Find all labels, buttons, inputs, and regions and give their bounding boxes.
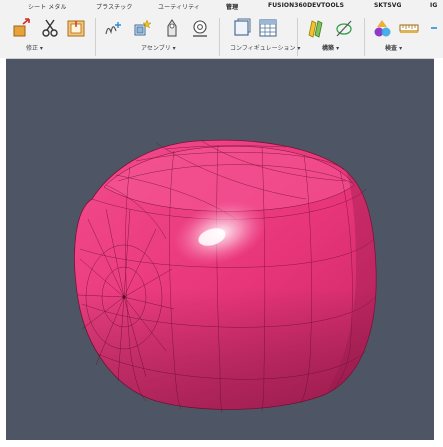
joint-icon[interactable] (132, 18, 152, 38)
tab-manage[interactable]: 管理 (226, 2, 238, 11)
tab-sheet-metal[interactable]: シート メタル (28, 2, 67, 11)
contact-sets-icon[interactable] (190, 18, 210, 38)
configuration-table-icon[interactable] (258, 18, 278, 38)
tab-plastic[interactable]: プラスチック (96, 2, 132, 11)
inspect-icon[interactable] (372, 18, 392, 38)
shell-icon[interactable] (66, 18, 86, 38)
press-pull-icon[interactable] (12, 18, 32, 38)
measure-icon[interactable] (399, 18, 419, 38)
tspline-body[interactable] (6, 59, 434, 440)
canvas-viewport[interactable] (6, 59, 434, 440)
tab-sktsvg[interactable]: SKTSVG (374, 2, 402, 9)
offset-plane-icon[interactable] (306, 18, 326, 38)
group-construct[interactable]: 構築 ▾ (322, 43, 339, 52)
configure-icon[interactable] (232, 18, 252, 38)
fusion-window: シート メタル プラスチック ユーティリティ 管理 FUSION360DEVTO… (0, 0, 443, 447)
tab-fusion360devtools[interactable]: FUSION360DEVTOOLS (268, 2, 344, 9)
group-modify[interactable]: 修正 ▾ (26, 43, 43, 52)
tab-ig[interactable]: IG (430, 2, 437, 9)
axis-icon[interactable] (334, 18, 354, 38)
ribbon-toolbar: シート メタル プラスチック ユーティリティ 管理 FUSION360DEVTO… (0, 0, 443, 59)
ribbon-groups: 修正 ▾ アセンブリ ▾ コンフィギュレーション ▾ 構築 ▾ 検査 ▾ (0, 43, 443, 55)
group-inspect[interactable]: 検査 ▾ (385, 43, 402, 52)
group-assemble[interactable]: アセンブリ ▾ (141, 43, 176, 52)
fillet-icon[interactable] (40, 18, 60, 38)
bottom-margin (0, 440, 443, 447)
group-configure[interactable]: コンフィギュレーション ▾ (230, 43, 300, 52)
ribbon-icons (0, 14, 443, 56)
right-margin (434, 58, 443, 447)
new-component-icon[interactable] (104, 18, 124, 38)
ribbon-tabs: シート メタル プラスチック ユーティリティ 管理 FUSION360DEVTO… (0, 0, 443, 13)
as-built-joint-icon[interactable] (162, 18, 182, 38)
tab-utilities[interactable]: ユーティリティ (158, 2, 200, 11)
overflow-icon[interactable] (428, 18, 442, 38)
